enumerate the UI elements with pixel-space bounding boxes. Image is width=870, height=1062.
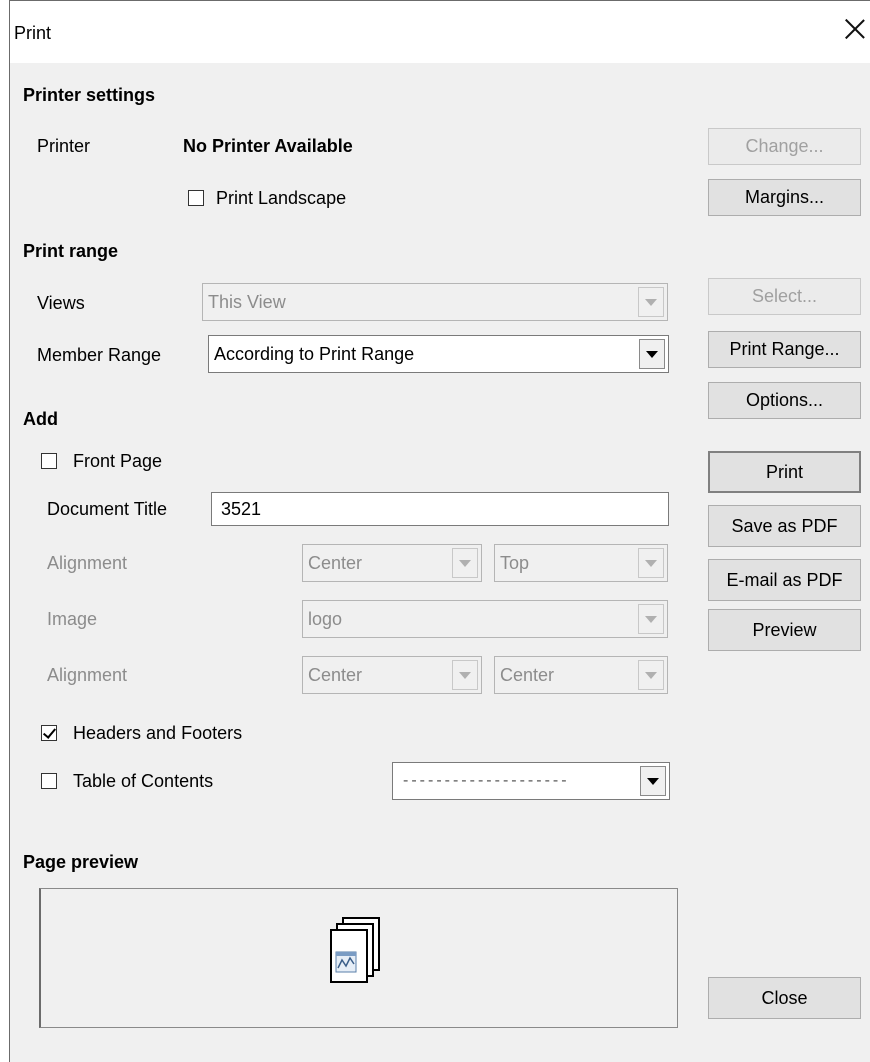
chevron-down-icon <box>638 660 664 690</box>
chevron-down-icon <box>452 660 478 690</box>
member-range-select-value: According to Print Range <box>214 344 415 364</box>
printer-label: Printer <box>37 136 91 156</box>
options-button[interactable]: Options... <box>708 382 861 419</box>
document-stack-icon <box>330 917 380 983</box>
image-select-value: logo <box>308 609 343 629</box>
front-page-checkbox[interactable] <box>41 453 57 469</box>
views-select[interactable]: This View <box>202 283 668 321</box>
change-button[interactable]: Change... <box>708 128 861 165</box>
image-label: Image <box>47 609 98 629</box>
table-of-contents-label: Table of Contents <box>73 771 214 791</box>
printer-settings-heading: Printer settings <box>23 85 156 105</box>
chevron-down-icon <box>640 766 666 796</box>
headers-footers-label: Headers and Footers <box>73 723 243 743</box>
alignment-vertical-select[interactable]: Top <box>494 544 668 582</box>
alignment-vertical-value: Top <box>500 553 530 573</box>
printer-value: No Printer Available <box>183 136 353 156</box>
image-select[interactable]: logo <box>302 600 668 638</box>
table-of-contents-checkbox[interactable] <box>41 773 57 789</box>
print-range-heading: Print range <box>23 241 119 261</box>
table-of-contents-value: -------------------- <box>403 772 570 789</box>
title-bar: Print <box>10 1 870 63</box>
alignment-label: Alignment <box>47 553 128 573</box>
image-alignment-horizontal-value: Center <box>308 665 363 685</box>
views-label: Views <box>37 293 85 313</box>
chevron-down-icon <box>638 287 664 317</box>
image-alignment-vertical-value: Center <box>500 665 555 685</box>
print-landscape-checkbox[interactable] <box>188 190 204 206</box>
print-button[interactable]: Print <box>708 451 861 493</box>
headers-footers-checkbox[interactable] <box>41 725 57 741</box>
save-as-pdf-button[interactable]: Save as PDF <box>708 505 861 547</box>
select-button[interactable]: Select... <box>708 278 861 315</box>
image-alignment-vertical-select[interactable]: Center <box>494 656 668 694</box>
email-as-pdf-button[interactable]: E-mail as PDF <box>708 559 861 601</box>
page-preview-heading: Page preview <box>23 852 139 872</box>
close-icon[interactable] <box>842 15 870 45</box>
margins-button[interactable]: Margins... <box>708 179 861 216</box>
print-landscape-label: Print Landscape <box>216 188 347 208</box>
document-title-label: Document Title <box>47 499 168 519</box>
close-button[interactable]: Close <box>708 977 861 1019</box>
preview-button[interactable]: Preview <box>708 609 861 651</box>
image-alignment-horizontal-select[interactable]: Center <box>302 656 482 694</box>
chevron-down-icon <box>638 548 664 578</box>
views-select-value: This View <box>208 292 286 312</box>
document-title-value: 3521 <box>221 499 262 519</box>
table-of-contents-select[interactable]: -------------------- <box>392 762 670 800</box>
add-heading: Add <box>23 409 58 429</box>
page-preview-area <box>39 888 678 1028</box>
alignment-horizontal-value: Center <box>308 553 363 573</box>
chevron-down-icon <box>639 339 665 369</box>
print-dialog: Print Printer settings Printer No Printe… <box>9 0 870 1062</box>
print-range-button[interactable]: Print Range... <box>708 331 861 368</box>
front-page-label: Front Page <box>73 451 163 471</box>
member-range-select[interactable]: According to Print Range <box>208 335 669 373</box>
dialog-title: Print <box>14 23 52 43</box>
chevron-down-icon <box>452 548 478 578</box>
chevron-down-icon <box>638 604 664 634</box>
image-alignment-label: Alignment <box>47 665 128 685</box>
document-title-input[interactable]: 3521 <box>211 492 669 526</box>
alignment-horizontal-select[interactable]: Center <box>302 544 482 582</box>
member-range-label: Member Range <box>37 345 162 365</box>
